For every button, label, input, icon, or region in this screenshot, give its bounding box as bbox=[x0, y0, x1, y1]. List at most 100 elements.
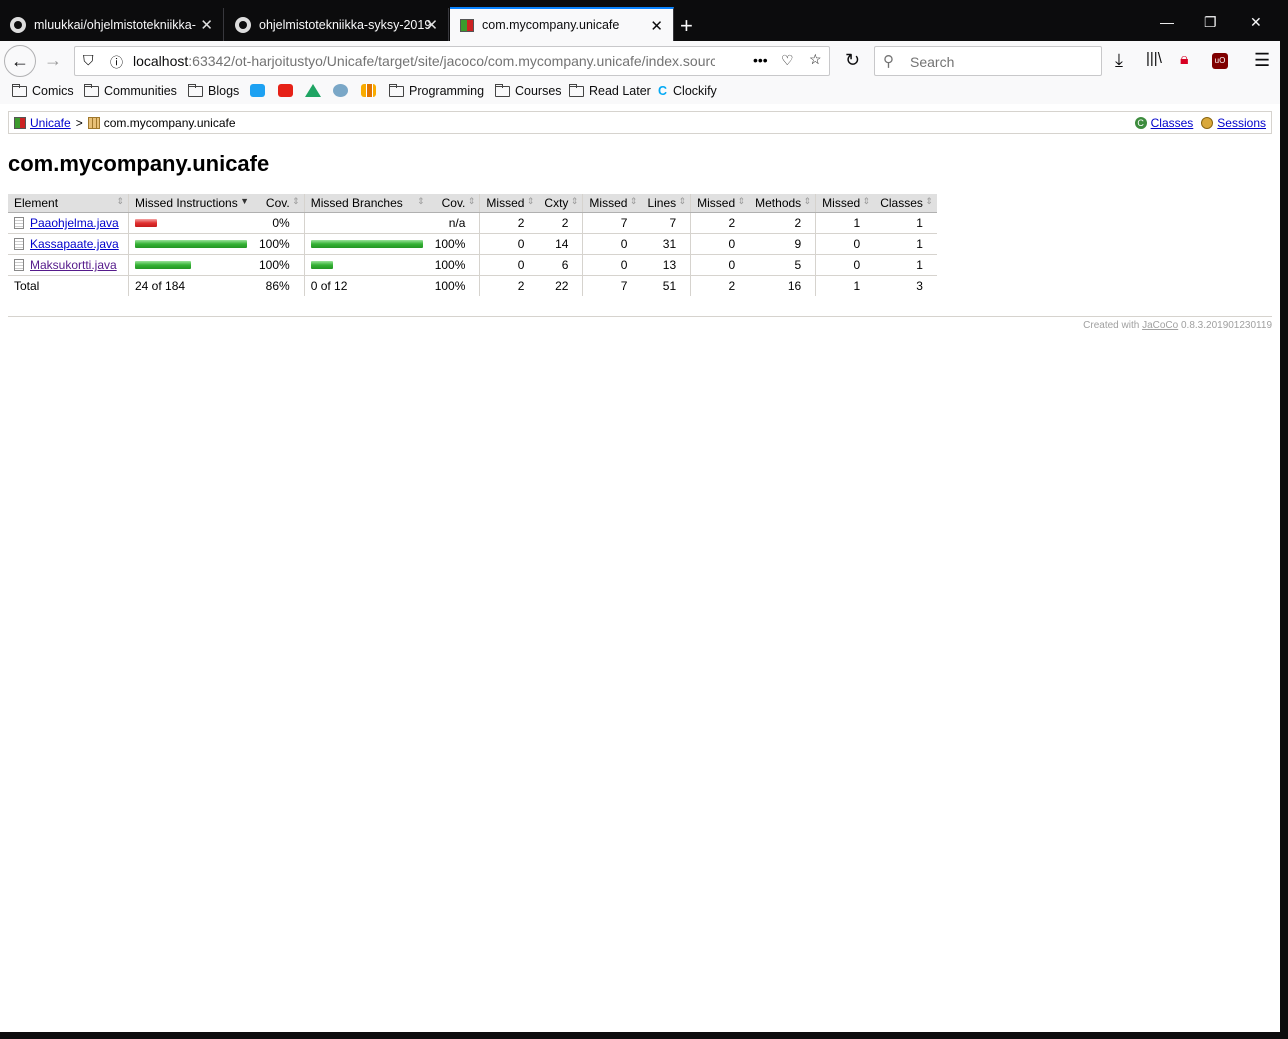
source-file-link[interactable]: Kassapaate.java bbox=[30, 237, 119, 251]
column-header-element[interactable]: Element bbox=[8, 194, 129, 213]
column-header-instr-coverage[interactable]: Cov. bbox=[253, 194, 305, 213]
bookmark-blogs[interactable]: Blogs bbox=[188, 83, 239, 98]
table-total-row: Total 24 of 184 86% 0 of 12 100% 2 22 7 … bbox=[8, 275, 937, 296]
instruction-coverage-bar bbox=[128, 212, 253, 234]
column-header-missed-branches[interactable]: Missed Branches bbox=[303, 194, 429, 213]
column-header-cxty[interactable]: Cxty bbox=[538, 194, 583, 213]
sessions-link[interactable]: Sessions bbox=[1217, 116, 1266, 130]
total-missed-lines: 7 bbox=[582, 275, 642, 296]
table-header-row: Element Missed Instructions Cov. Missed … bbox=[8, 194, 937, 213]
missed-classes-cell: 0 bbox=[815, 233, 875, 255]
instr-cov-cell: 0% bbox=[253, 212, 305, 234]
footer: Created with JaCoCo 0.8.3.201901230119 bbox=[1083, 320, 1272, 331]
source-file-icon bbox=[14, 238, 24, 250]
column-header-missed-instructions[interactable]: Missed Instructions bbox=[128, 194, 253, 213]
tab-github-2[interactable]: ohjelmistotekniikka-syksy-2019 ✕ bbox=[225, 8, 449, 41]
reload-icon[interactable]: ↻ bbox=[845, 50, 860, 71]
total-cxty: 22 bbox=[555, 279, 569, 293]
bookmark-read-later[interactable]: Read Later bbox=[569, 83, 651, 98]
report-page: Unicafe > com.mycompany.unicafe C Classe… bbox=[0, 104, 1280, 1032]
bookmark-twitter[interactable] bbox=[250, 84, 265, 97]
bookmark-comics[interactable]: Comics bbox=[12, 83, 74, 98]
lock-icon[interactable]: 🔒︎ bbox=[1180, 51, 1189, 69]
lines-cell: 13 bbox=[641, 254, 691, 276]
missed-methods-cell: 0 bbox=[690, 254, 750, 276]
bookmark-youtube[interactable] bbox=[278, 84, 293, 97]
info-icon[interactable]: ⓘ bbox=[110, 52, 123, 71]
folder-icon bbox=[84, 83, 99, 97]
window-edge bbox=[1280, 0, 1288, 1039]
browser-window: mluukkai/ohjelmistotekniikka- ✕ ohjelmis… bbox=[0, 0, 1280, 1032]
page-actions-icon[interactable]: ••• bbox=[753, 52, 768, 68]
branch-coverage-bar bbox=[303, 212, 429, 234]
bookmark-cloud[interactable] bbox=[333, 84, 348, 97]
column-header-methods[interactable]: Methods bbox=[749, 194, 816, 213]
google-drive-icon bbox=[305, 84, 321, 97]
bookmark-google-drive[interactable] bbox=[305, 84, 321, 97]
missed-methods-cell: 0 bbox=[690, 233, 750, 255]
instr-cov-cell: 100% bbox=[253, 233, 305, 255]
column-header-lines[interactable]: Lines bbox=[641, 194, 691, 213]
column-header-missed-methods[interactable]: Missed bbox=[690, 194, 750, 213]
missed-classes-cell: 0 bbox=[815, 254, 875, 276]
column-header-classes[interactable]: Classes bbox=[874, 194, 937, 213]
shield-icon[interactable]: ⛉ bbox=[83, 52, 94, 69]
instruction-coverage-bar bbox=[128, 254, 253, 276]
bookmark-analytics[interactable] bbox=[361, 84, 376, 97]
source-file-link[interactable]: Maksukortti.java bbox=[30, 258, 117, 272]
ublock-icon[interactable]: uO bbox=[1212, 53, 1228, 69]
instr-cov-cell: 100% bbox=[253, 254, 305, 276]
library-icon[interactable]: |||\ bbox=[1146, 50, 1162, 67]
covered-bar-fill bbox=[135, 261, 191, 269]
classes-link[interactable]: Classes bbox=[1151, 116, 1194, 130]
minimize-icon[interactable]: — bbox=[1160, 14, 1174, 30]
close-tab-icon[interactable]: ✕ bbox=[200, 16, 213, 34]
missed-cxty-cell: 0 bbox=[479, 254, 539, 276]
youtube-icon bbox=[278, 84, 293, 97]
missed-cxty-cell: 2 bbox=[479, 212, 539, 234]
source-file-icon bbox=[14, 259, 24, 271]
github-icon bbox=[235, 16, 251, 33]
cxty-cell: 6 bbox=[538, 254, 583, 276]
table-row: Maksukortti.java 100% 100% 0 6 0 13 0 5 0 1 bbox=[8, 254, 937, 276]
close-tab-icon[interactable]: ✕ bbox=[425, 16, 438, 34]
url-bar[interactable]: ⛉ ⓘ localhost:63342/ot-harjoitustyo/Unic… bbox=[74, 46, 830, 76]
forward-button[interactable]: → bbox=[44, 50, 62, 71]
bookmark-communities[interactable]: Communities bbox=[84, 83, 177, 98]
bookmark-programming[interactable]: Programming bbox=[389, 83, 484, 98]
close-tab-icon[interactable]: ✕ bbox=[650, 17, 663, 35]
pocket-icon[interactable]: ♡ bbox=[781, 52, 794, 69]
back-button[interactable]: ← bbox=[4, 45, 36, 77]
jacoco-link[interactable]: JaCoCo bbox=[1142, 320, 1178, 331]
breadcrumb-root-link[interactable]: Unicafe bbox=[30, 116, 71, 130]
window-close-icon[interactable]: ✕ bbox=[1250, 14, 1262, 31]
search-input[interactable]: ⚲ Search bbox=[874, 46, 1102, 76]
source-file-icon bbox=[14, 217, 24, 229]
missed-lines-cell: 0 bbox=[582, 254, 642, 276]
covered-bar-fill bbox=[310, 240, 423, 248]
folder-icon bbox=[12, 83, 27, 97]
url-text[interactable]: localhost:63342/ot-harjoitustyo/Unicafe/… bbox=[133, 53, 715, 69]
bookmark-courses[interactable]: Courses bbox=[495, 83, 562, 98]
report-icon bbox=[14, 117, 26, 129]
package-icon bbox=[87, 117, 100, 129]
column-header-branch-coverage[interactable]: Cov. bbox=[428, 194, 480, 213]
missed-methods-cell: 2 bbox=[690, 212, 750, 234]
restore-icon[interactable]: ❐ bbox=[1204, 14, 1217, 31]
downloads-icon[interactable]: ⤓ bbox=[1115, 50, 1123, 71]
source-file-link[interactable]: Paaohjelma.java bbox=[30, 216, 119, 230]
column-header-missed-classes[interactable]: Missed bbox=[815, 194, 875, 213]
cloud-icon bbox=[333, 84, 348, 97]
new-tab-icon[interactable]: + bbox=[680, 13, 693, 39]
total-methods: 16 bbox=[787, 279, 802, 293]
column-header-missed-lines[interactable]: Missed bbox=[582, 194, 642, 213]
bookmark-star-icon[interactable]: ☆ bbox=[809, 51, 822, 68]
bookmarks-toolbar: Comics Communities Blogs Programming Cou… bbox=[0, 81, 1280, 105]
tab-active-report[interactable]: com.mycompany.unicafe ✕ bbox=[450, 7, 674, 41]
tab-github-1[interactable]: mluukkai/ohjelmistotekniikka- ✕ bbox=[0, 8, 224, 41]
lines-cell: 31 bbox=[641, 233, 691, 255]
menu-icon[interactable]: ☰ bbox=[1254, 50, 1270, 71]
analytics-icon bbox=[361, 84, 376, 97]
column-header-missed-cxty[interactable]: Missed bbox=[479, 194, 539, 213]
bookmark-clockify[interactable]: C Clockify bbox=[658, 84, 717, 98]
